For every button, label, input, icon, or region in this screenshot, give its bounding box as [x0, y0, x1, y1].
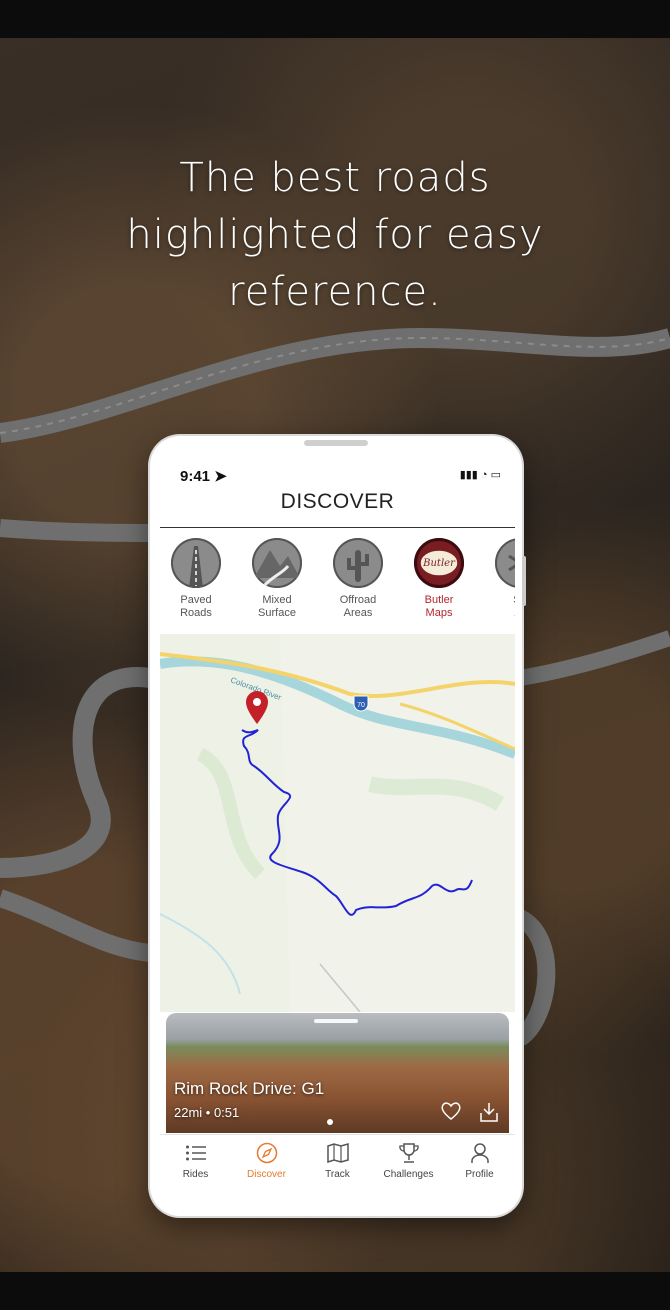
category-carousel[interactable]: Paved Roads Mixed Surface Offroad Areas But…	[160, 538, 515, 630]
trophy-icon	[373, 1141, 444, 1165]
ride-preview-card[interactable]: Rim Rock Drive: G1 22mi • 0:51	[166, 1013, 509, 1133]
category-label-2: Surface	[258, 607, 296, 619]
tab-label: Track	[325, 1169, 350, 1180]
category-label-2: Roads	[180, 607, 212, 619]
tab-challenges[interactable]: Challenges	[373, 1141, 444, 1180]
tab-label: Rides	[182, 1169, 209, 1180]
phone-speaker	[304, 440, 368, 446]
map-icon	[302, 1141, 373, 1165]
snowflake-icon	[495, 538, 515, 588]
status-time: 9:41 ➤	[180, 468, 227, 485]
page-indicator-dot	[327, 1119, 333, 1125]
compass-icon	[231, 1141, 302, 1165]
tab-label: Challenges	[383, 1169, 434, 1180]
category-offroad-areas[interactable]: Offroad Areas	[322, 538, 394, 620]
heart-icon[interactable]	[440, 1101, 462, 1126]
highway-shield: 70	[353, 695, 369, 712]
ride-meta: 22mi • 0:51	[174, 1105, 240, 1120]
cactus-icon	[333, 538, 383, 588]
category-snow-areas[interactable]: SnAr	[484, 538, 515, 620]
category-butler-maps[interactable]: Butler Butler Maps	[403, 538, 475, 620]
app-screen: 9:41 ➤ ▮▮▮ ◔ ▭ DISCOVER Paved Roads Mixed…	[160, 456, 515, 1196]
status-indicators: ▮▮▮ ◔ ▭	[459, 469, 501, 481]
ride-name: Rim Rock Drive: G1	[174, 1079, 325, 1098]
category-label-1: Paved	[180, 594, 212, 606]
phone-frame: 9:41 ➤ ▮▮▮ ◔ ▭ DISCOVER Paved Roads Mixed…	[150, 436, 526, 1216]
headline-line-2: highlighted for easy	[126, 212, 544, 258]
phone-side-button	[522, 556, 526, 606]
tab-label: Discover	[247, 1169, 286, 1180]
tab-profile[interactable]: Profile	[444, 1141, 515, 1180]
category-paved-roads[interactable]: Paved Roads	[160, 538, 232, 620]
title-divider	[160, 527, 515, 528]
screen-title: DISCOVER	[280, 490, 395, 513]
svg-text:Butler: Butler	[422, 558, 456, 569]
category-label-1: Sn	[513, 594, 515, 606]
bottom-tab-bar: Rides Discover Track Challenges Profile	[160, 1134, 515, 1195]
paved-road-icon	[171, 538, 221, 588]
category-label-1: Butler	[424, 594, 454, 606]
category-label-2: Ar	[515, 607, 516, 619]
list-icon	[160, 1141, 231, 1165]
tab-label: Profile	[465, 1169, 494, 1180]
category-mixed-surface[interactable]: Mixed Surface	[241, 538, 313, 620]
headline: The best roads highlighted for easy refe…	[0, 150, 670, 321]
category-label-2: Maps	[425, 607, 453, 619]
status-bar: 9:41 ➤ ▮▮▮ ◔ ▭	[160, 456, 515, 492]
category-label-1: Offroad	[339, 594, 377, 606]
person-icon	[444, 1141, 515, 1165]
headline-line-1: The best roads	[179, 155, 491, 201]
headline-line-3: reference.	[228, 269, 442, 315]
sheet-drag-handle[interactable]	[314, 1019, 358, 1023]
svg-text:70: 70	[357, 702, 365, 709]
bottom-letterbox	[0, 1272, 670, 1310]
tab-track[interactable]: Track	[302, 1141, 373, 1180]
top-letterbox	[0, 0, 670, 38]
tab-discover[interactable]: Discover	[231, 1141, 302, 1180]
butler-maps-logo: Butler	[414, 538, 464, 588]
mountain-road-icon	[252, 538, 302, 588]
category-label-2: Areas	[343, 607, 373, 619]
tab-rides[interactable]: Rides	[160, 1141, 231, 1180]
category-label-1: Mixed	[262, 594, 292, 606]
download-icon[interactable]	[479, 1101, 499, 1128]
route-map[interactable]: Colorado River 70	[160, 634, 515, 1012]
